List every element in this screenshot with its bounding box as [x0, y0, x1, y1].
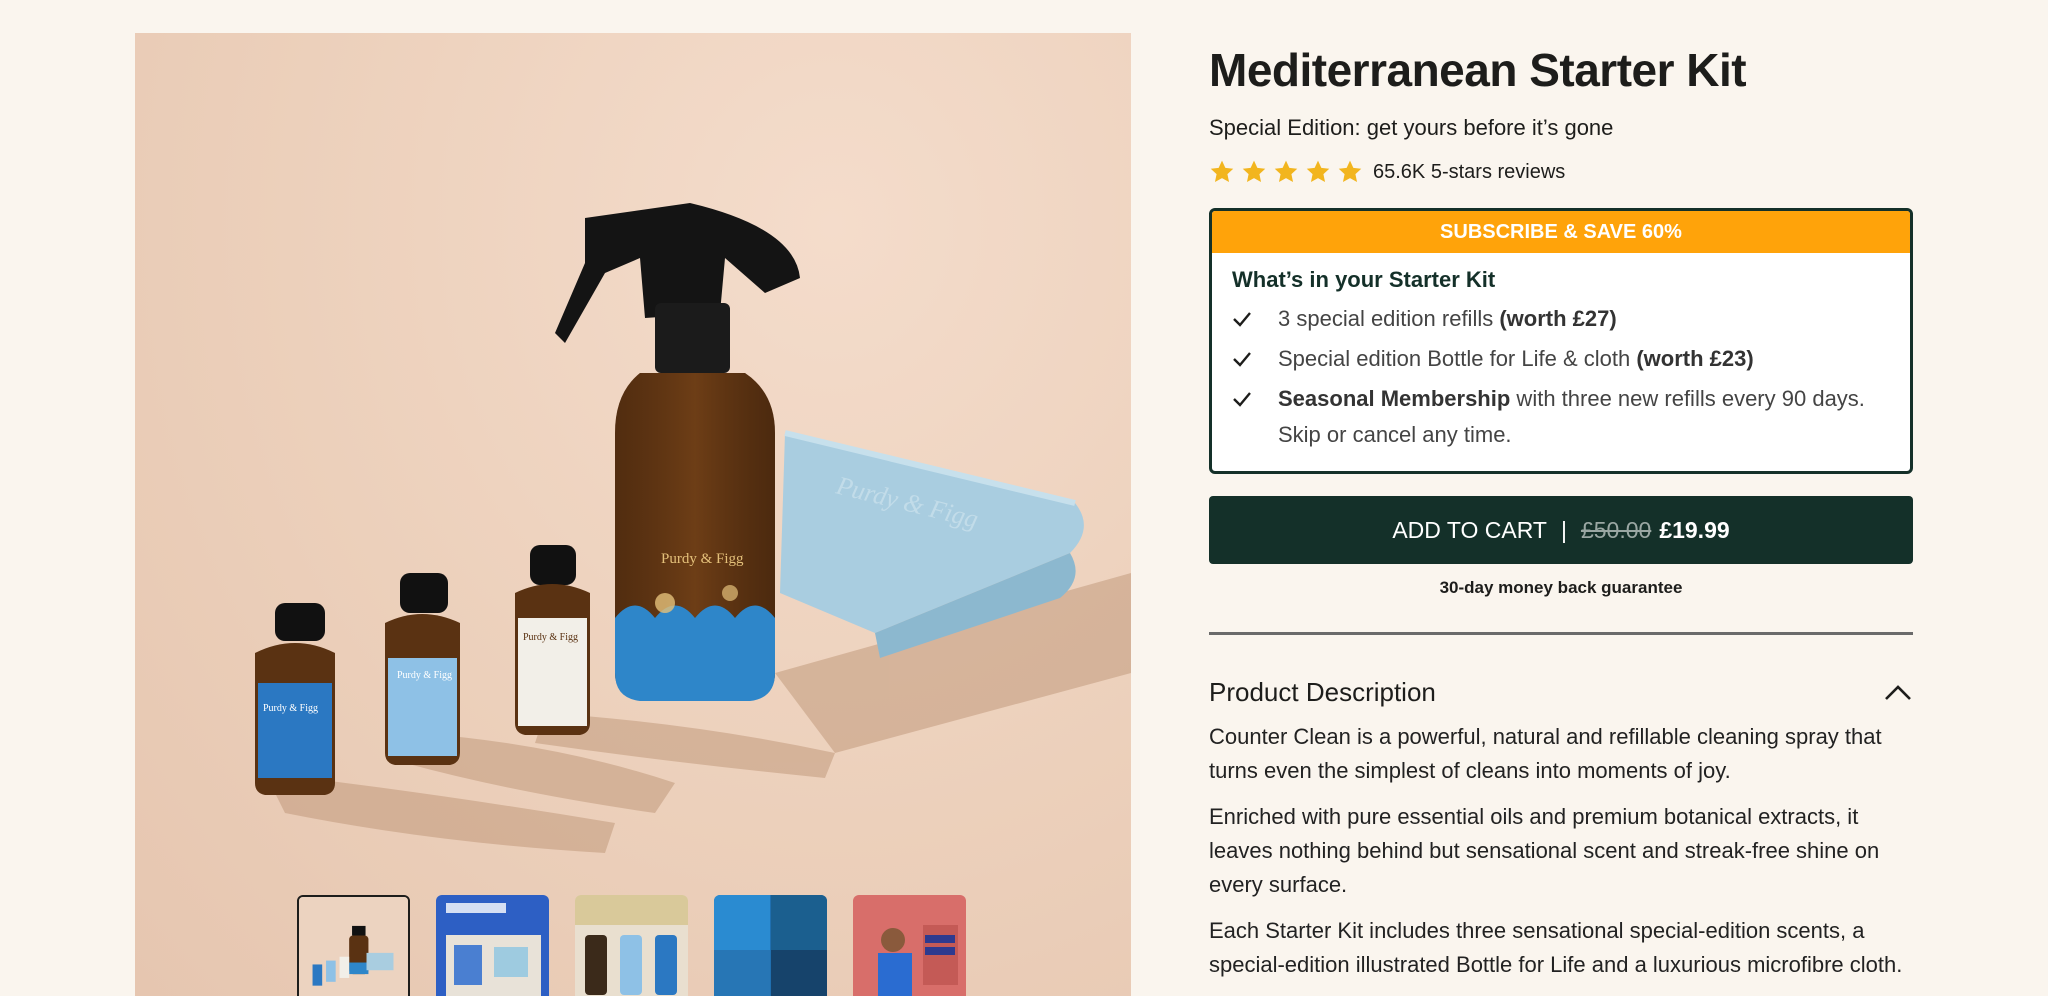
refill-bottle-2: Purdy & Figg	[385, 573, 460, 765]
thumbnail-three-bottles[interactable]	[575, 895, 688, 996]
rating[interactable]: 65.6K 5-stars reviews	[1209, 156, 1913, 188]
description-paragraph: Counter Clean is a powerful, natural and…	[1209, 724, 1882, 783]
subscription-offer: SUBSCRIBE & SAVE 60% What’s in your Star…	[1209, 208, 1913, 474]
divider	[1209, 632, 1913, 635]
thumbnail-strip	[297, 895, 966, 996]
thumbnail-starter-kit[interactable]	[297, 895, 410, 996]
product-info: Mediterranean Starter Kit Special Editio…	[1209, 40, 1913, 982]
star-rating	[1209, 159, 1363, 185]
refill-bottle-3: Purdy & Figg	[515, 545, 590, 735]
product-subtitle: Special Edition: get yours before it’s g…	[1209, 115, 1614, 140]
product-description-toggle[interactable]: Product Description	[1209, 677, 1913, 708]
check-icon	[1232, 301, 1278, 337]
benefit-item: Seasonal Membership with three new refil…	[1232, 381, 1890, 453]
chevron-up-icon[interactable]	[1883, 683, 1913, 703]
offer-heading: What’s in your Starter Kit	[1232, 267, 1496, 292]
svg-text:Purdy & Figg: Purdy & Figg	[263, 703, 318, 714]
check-icon	[1232, 341, 1278, 377]
star-icon	[1274, 160, 1298, 182]
refill-bottle-1: Purdy & Figg	[255, 603, 335, 795]
star-icon	[1210, 160, 1234, 182]
star-icon	[1242, 160, 1266, 182]
price-separator: |	[1560, 516, 1567, 543]
check-icon	[1232, 381, 1278, 453]
thumbnail-man-cleaning[interactable]	[853, 895, 966, 996]
description-paragraph: Enriched with pure essential oils and pr…	[1209, 804, 1880, 897]
offer-banner: SUBSCRIBE & SAVE 60%	[1212, 211, 1910, 253]
spray-bottle: Purdy & Figg	[555, 203, 800, 701]
thumbnail-gift-box[interactable]	[436, 895, 549, 996]
product-gallery: Purdy & Figg Purdy & Figg Purdy & Figg P…	[135, 33, 1131, 996]
svg-text:Purdy & Figg: Purdy & Figg	[523, 632, 578, 643]
cart-label: ADD TO CART	[1392, 516, 1547, 543]
review-count[interactable]: 65.6K 5-stars reviews	[1373, 161, 1565, 184]
guarantee-text: 30-day money back guarantee	[1439, 578, 1683, 597]
star-icon	[1338, 160, 1362, 182]
thumbnail-cleaning-collage[interactable]	[714, 895, 827, 996]
svg-text:Purdy & Figg: Purdy & Figg	[397, 670, 452, 681]
old-price: £50.00	[1580, 516, 1652, 543]
description-paragraph: Each Starter Kit includes three sensatio…	[1209, 918, 1903, 977]
new-price: £19.99	[1659, 516, 1730, 543]
benefit-item: Special edition Bottle for Life & cloth …	[1232, 341, 1890, 377]
description-title: Product Description	[1209, 677, 1436, 707]
star-icon	[1306, 160, 1330, 182]
add-to-cart-button[interactable]: ADD TO CART | £50.00 £19.99	[1209, 496, 1913, 564]
product-title: Mediterranean Starter Kit	[1209, 44, 1747, 96]
svg-text:Purdy & Figg: Purdy & Figg	[661, 551, 744, 567]
benefit-item: 3 special edition refills (worth £27)	[1232, 301, 1890, 337]
main-product-image: Purdy & Figg Purdy & Figg Purdy & Figg P…	[255, 203, 1131, 853]
